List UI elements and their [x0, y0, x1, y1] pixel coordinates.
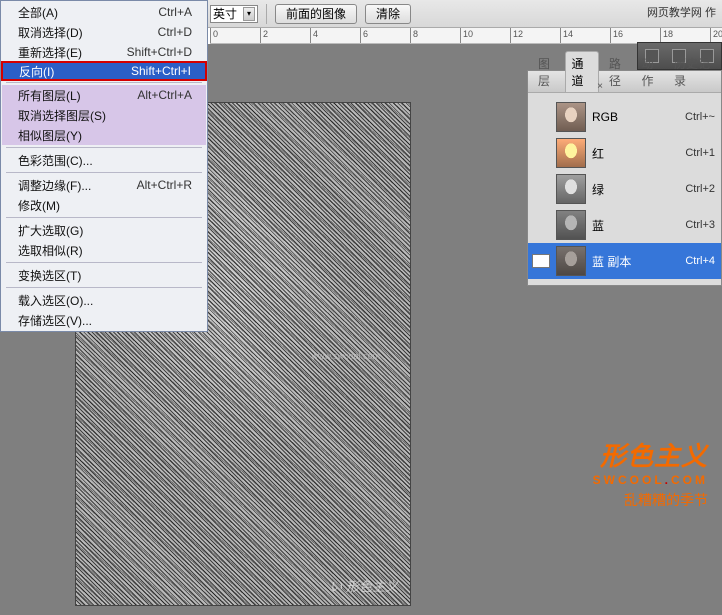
ruler-tick: 6: [360, 28, 410, 44]
channel-row[interactable]: 👁绿Ctrl+2: [528, 171, 721, 207]
channels-panel: 图层 通道 × 路径 动作 历史记录 👁RGBCtrl+~👁红Ctrl+1👁绿C…: [527, 70, 722, 286]
channel-row[interactable]: 👁红Ctrl+1: [528, 135, 721, 171]
menu-deselect-layers[interactable]: 取消选择图层(S): [2, 105, 206, 125]
unit-value: 英寸: [213, 5, 237, 22]
channel-thumbnail: [556, 138, 586, 168]
channel-thumbnail: [556, 102, 586, 132]
front-image-button[interactable]: 前面的图像: [275, 4, 357, 24]
menu-color-range[interactable]: 色彩范围(C)...: [2, 150, 206, 170]
menu-separator: [6, 82, 202, 83]
menu-similar-layers[interactable]: 相似图层(Y): [2, 125, 206, 145]
channel-name: 蓝 副本: [592, 253, 679, 270]
channel-name: 蓝: [592, 217, 679, 234]
menu-all[interactable]: 全部(A)Ctrl+A: [2, 2, 206, 22]
channel-list: 👁RGBCtrl+~👁红Ctrl+1👁绿Ctrl+2👁蓝Ctrl+3👁蓝 副本C…: [528, 93, 721, 285]
channel-row[interactable]: 👁蓝Ctrl+3: [528, 207, 721, 243]
channel-shortcut: Ctrl+3: [685, 219, 715, 231]
channel-name: 绿: [592, 181, 679, 198]
channel-shortcut: Ctrl+1: [685, 147, 715, 159]
menu-save[interactable]: 存储选区(V)...: [2, 310, 206, 330]
menu-similar[interactable]: 选取相似(R): [2, 240, 206, 260]
tab-paths[interactable]: 路径: [603, 52, 636, 92]
tab-layers[interactable]: 图层: [532, 52, 565, 92]
tab-actions[interactable]: 动作: [635, 52, 668, 92]
watermark-logo: 形色主义 SWCOOL.COM 乱糟糟的季节: [593, 436, 708, 510]
separator: [266, 4, 267, 24]
watermark-line3: 乱糟糟的季节: [593, 490, 708, 510]
channel-shortcut: Ctrl+4: [685, 255, 715, 267]
channel-shortcut: Ctrl+2: [685, 183, 715, 195]
menu-reselect[interactable]: 重新选择(E)Shift+Ctrl+D: [2, 42, 206, 62]
channel-name: RGB: [592, 110, 679, 124]
image-url-watermark: www.swcool.com: [311, 351, 380, 361]
menu-separator: [6, 217, 202, 218]
chevron-down-icon[interactable]: ▾: [243, 7, 255, 21]
channel-thumbnail: [556, 210, 586, 240]
ruler-tick: 12: [510, 28, 560, 44]
menu-separator: [6, 287, 202, 288]
channel-row[interactable]: 👁 蓝 副本 Ctrl+4: [528, 243, 721, 279]
site-brand-text: 网页教学网 作: [647, 4, 716, 20]
menu-transform[interactable]: 变换选区(T): [2, 265, 206, 285]
menu-all-layers[interactable]: 所有图层(L)Alt+Ctrl+A: [2, 85, 206, 105]
visibility-eye-icon[interactable]: 👁: [532, 254, 550, 268]
clear-button[interactable]: 清除: [365, 4, 411, 24]
channel-thumbnail: [556, 174, 586, 204]
menu-separator: [6, 262, 202, 263]
channel-row[interactable]: 👁RGBCtrl+~: [528, 99, 721, 135]
ruler-tick: 4: [310, 28, 360, 44]
panel-tabs: 图层 通道 × 路径 动作 历史记录: [528, 71, 721, 93]
ruler-tick: 8: [410, 28, 460, 44]
channel-thumbnail: [556, 246, 586, 276]
menu-separator: [6, 172, 202, 173]
menu-deselect[interactable]: 取消选择(D)Ctrl+D: [2, 22, 206, 42]
unit-select[interactable]: 英寸 ▾: [210, 5, 258, 23]
channel-shortcut: Ctrl+~: [685, 111, 715, 123]
menu-refine-edge[interactable]: 调整边缘(F)...Alt+Ctrl+R: [2, 175, 206, 195]
ruler-tick: 0: [210, 28, 260, 44]
image-signature: い 形色主义: [329, 576, 398, 595]
menu-inverse[interactable]: 反向(I)Shift+Ctrl+I: [1, 61, 207, 81]
ruler-tick: 10: [460, 28, 510, 44]
select-menu: 全部(A)Ctrl+A 取消选择(D)Ctrl+D 重新选择(E)Shift+C…: [0, 0, 208, 332]
ruler-tick: 14: [560, 28, 610, 44]
channel-name: 红: [592, 145, 679, 162]
menu-load[interactable]: 载入选区(O)...: [2, 290, 206, 310]
menu-separator: [6, 147, 202, 148]
watermark-line2: SWCOOL.COM: [593, 471, 708, 488]
menu-modify[interactable]: 修改(M): [2, 195, 206, 215]
tab-history[interactable]: 历史记录: [668, 52, 721, 92]
watermark-line1: 形色主义: [593, 436, 708, 473]
tab-channels[interactable]: 通道: [565, 51, 600, 92]
menu-grow[interactable]: 扩大选取(G): [2, 220, 206, 240]
ruler-tick: 2: [260, 28, 310, 44]
